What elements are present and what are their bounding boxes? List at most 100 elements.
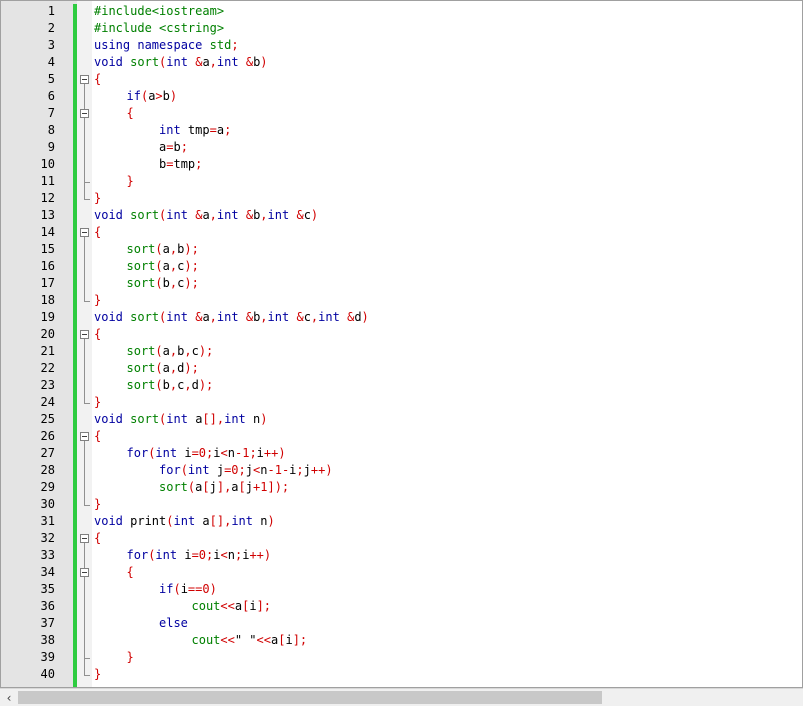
code-text[interactable]: void sort(int &a,int &b,int &c,int &d) [94,309,369,326]
code-text[interactable]: else [159,615,188,632]
code-token: - [267,463,275,477]
code-line[interactable]: 32 { [1,530,802,547]
code-text[interactable]: for(int i=0;i<n-1;i++) [127,445,286,462]
code-line[interactable]: 26 { [1,428,802,445]
code-text[interactable]: } [94,190,101,207]
code-text[interactable]: void sort(int &a,int &b) [94,54,268,71]
code-line[interactable]: 5{ [1,71,802,88]
code-line[interactable]: 24} [1,394,802,411]
code-text[interactable]: { [94,71,101,88]
code-line[interactable]: 35 if(i==0) [1,581,802,598]
code-line[interactable]: 6 if(a>b) [1,88,802,105]
code-text[interactable]: sort(a,b); [127,241,199,258]
code-text[interactable]: using namespace std; [94,37,239,54]
code-text[interactable]: } [94,394,101,411]
code-line[interactable]: 19 void sort(int &a,int &b,int &c,int &d) [1,309,802,326]
code-line[interactable]: 23 sort(b,c,d); [1,377,802,394]
fold-collapse-icon[interactable] [80,568,89,577]
code-line[interactable]: 8 int tmp=a; [1,122,802,139]
code-line[interactable]: 21 sort(a,b,c); [1,343,802,360]
line-number: 19 [40,310,55,324]
code-line[interactable]: 2 #include <cstring> [1,20,802,37]
code-line[interactable]: 33 for(int i=0;i<n;i++) [1,547,802,564]
code-text[interactable]: if(a>b) [127,88,178,105]
code-text[interactable]: int tmp=a; [159,122,231,139]
code-editor[interactable]: 1 #include<iostream> 2 #include <cstring> 3 u… [0,0,803,688]
code-text[interactable]: for(int i=0;i<n;i++) [127,547,272,564]
code-line[interactable]: 16 sort(a,c); [1,258,802,275]
code-text[interactable]: { [94,326,101,343]
code-text[interactable]: sort(a,b,c); [127,343,214,360]
horizontal-scrollbar[interactable]: ‹ [0,688,803,706]
code-line[interactable]: 12} [1,190,802,207]
code-text[interactable]: } [127,649,134,666]
code-line[interactable]: 11} [1,173,802,190]
code-text[interactable]: { [127,105,134,122]
code-text[interactable]: void sort(int &a,int &b,int &c) [94,207,318,224]
code-line[interactable]: 34 { [1,564,802,581]
code-text[interactable]: } [94,496,101,513]
code-text[interactable]: cout<<" "<<a[i]; [192,632,308,649]
code-text[interactable]: #include<iostream> [94,3,224,20]
code-line[interactable]: 30} [1,496,802,513]
scrollbar-thumb[interactable] [18,691,602,704]
code-token: { [126,106,134,120]
code-line[interactable]: 10 b=tmp; [1,156,802,173]
code-text[interactable]: sort(a,d); [127,360,199,377]
code-line[interactable]: 39} [1,649,802,666]
line-number: 23 [40,378,55,392]
code-line[interactable]: 14 { [1,224,802,241]
code-line[interactable]: 37 else [1,615,802,632]
code-text[interactable]: sort(b,c,d); [127,377,214,394]
code-token: ; [180,140,188,154]
code-text[interactable]: cout<<a[i]; [192,598,272,615]
code-line[interactable]: 20 { [1,326,802,343]
code-text[interactable]: sort(b,c); [127,275,199,292]
code-text[interactable]: { [94,224,101,241]
code-line[interactable]: 40} [1,666,802,683]
code-line[interactable]: 17 sort(b,c); [1,275,802,292]
code-line[interactable]: 9 a=b; [1,139,802,156]
code-text[interactable]: sort(a[j],a[j+1]); [159,479,289,496]
code-text[interactable]: { [94,428,101,445]
code-line[interactable]: 13 void sort(int &a,int &b,int &c) [1,207,802,224]
code-text[interactable]: void sort(int a[],int n) [94,411,267,428]
code-line[interactable]: 28 for(int j=0;j<n-1-i;j++) [1,462,802,479]
line-number: 25 [40,412,55,426]
fold-collapse-icon[interactable] [80,330,89,339]
code-text[interactable]: for(int j=0;j<n-1-i;j++) [159,462,333,479]
code-token: ); [184,361,199,375]
code-text[interactable]: if(i==0) [159,581,217,598]
code-line[interactable]: 18} [1,292,802,309]
code-line[interactable]: 36 cout<<a[i]; [1,598,802,615]
code-text[interactable]: a=b; [159,139,188,156]
fold-collapse-icon[interactable] [80,534,89,543]
code-text[interactable]: } [94,292,101,309]
code-text[interactable]: } [94,666,101,683]
code-text[interactable]: } [127,173,134,190]
code-line[interactable]: 3 using namespace std; [1,37,802,54]
code-line[interactable]: 15 sort(a,b); [1,241,802,258]
fold-collapse-icon[interactable] [80,109,89,118]
code-line[interactable]: 4 void sort(int &a,int &b) [1,54,802,71]
fold-collapse-icon[interactable] [80,228,89,237]
code-text[interactable]: { [127,564,134,581]
code-line[interactable]: 31 void print(int a[],int n) [1,513,802,530]
scroll-left-arrow-icon[interactable]: ‹ [2,691,16,705]
code-text[interactable]: void print(int a[],int n) [94,513,275,530]
code-line[interactable]: 25 void sort(int a[],int n) [1,411,802,428]
code-line[interactable]: 27 for(int i=0;i<n-1;i++) [1,445,802,462]
code-line[interactable]: 22 sort(a,d); [1,360,802,377]
code-line[interactable]: 29 sort(a[j],a[j+1]); [1,479,802,496]
code-token: j [303,463,311,477]
fold-collapse-icon[interactable] [80,75,89,84]
code-line[interactable]: 1 #include<iostream> [1,3,802,20]
code-text[interactable]: #include <cstring> [94,20,224,37]
fold-collapse-icon[interactable] [80,432,89,441]
code-line[interactable]: 7{ [1,105,802,122]
code-token: ( [180,463,188,477]
code-line[interactable]: 38 cout<<" "<<a[i]; [1,632,802,649]
code-text[interactable]: b=tmp; [159,156,202,173]
code-text[interactable]: sort(a,c); [127,258,199,275]
code-text[interactable]: { [94,530,101,547]
